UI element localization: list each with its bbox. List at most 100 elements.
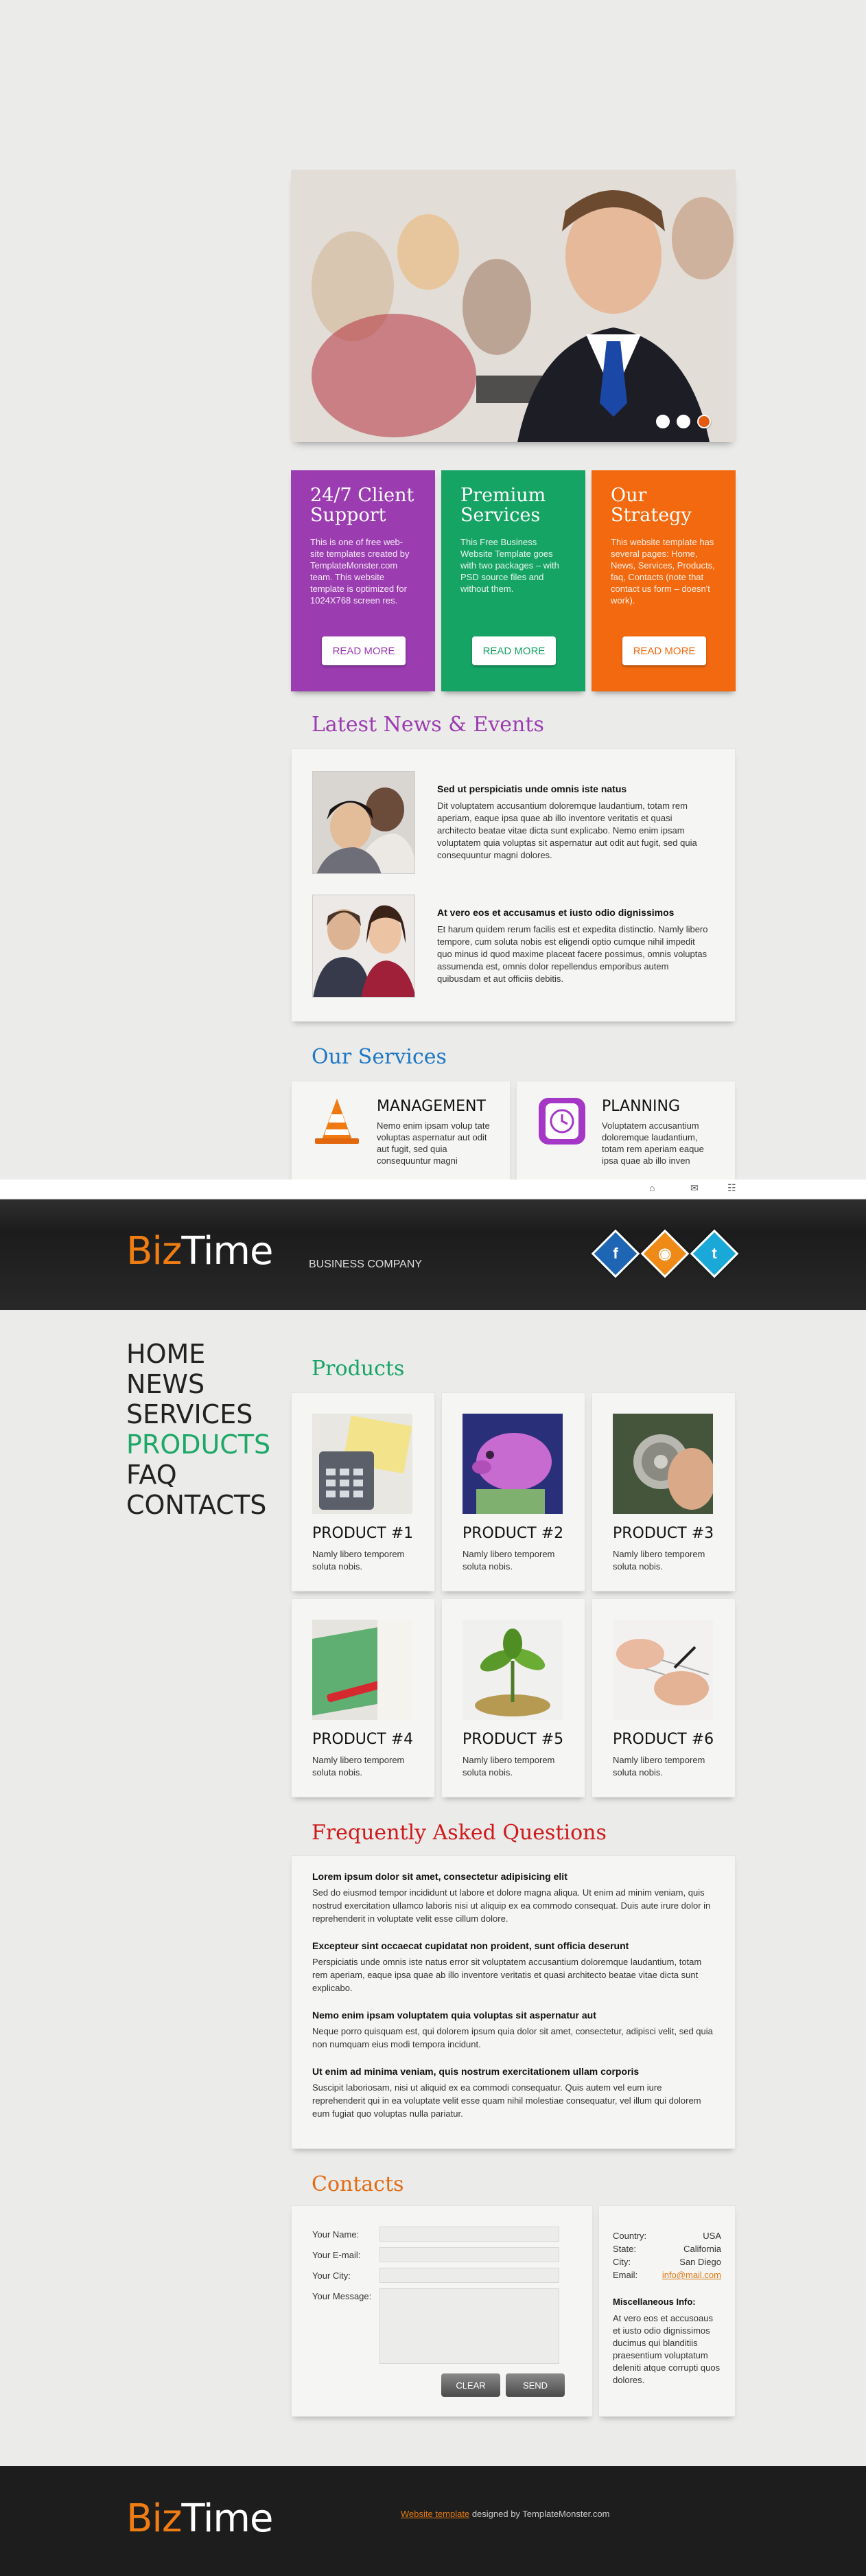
news-heading[interactable]: At vero eos et accusamus et iusto odio d… xyxy=(437,907,712,918)
feature-our-strategy: Our Strategy This website template has s… xyxy=(592,470,736,691)
nav-news[interactable]: NEWS xyxy=(126,1369,270,1399)
product-card[interactable]: PRODUCT #6 Namly libero temporem soluta … xyxy=(592,1598,736,1797)
news-text: Et harum quidem rerum facilis est et exp… xyxy=(437,924,708,984)
feature-title: Our Strategy xyxy=(611,485,692,526)
info-label: Country: xyxy=(613,2231,647,2241)
feature-text: This Free Business Website Template goes… xyxy=(460,537,559,594)
twitter-glyph: t xyxy=(712,1245,717,1262)
faq-question: Excepteur sint occaecat cupidatat non pr… xyxy=(312,1940,629,1951)
contacts-title: Contacts xyxy=(312,2172,404,2196)
product-name[interactable]: PRODUCT #3 xyxy=(613,1525,714,1542)
product-name[interactable]: PRODUCT #6 xyxy=(613,1731,714,1748)
info-value: California xyxy=(683,2244,721,2254)
misc-info-title: Miscellaneous Info: xyxy=(613,2297,696,2307)
contact-info-table: Country: USA State: California City: San Di… xyxy=(613,2229,721,2281)
slider-dot-3[interactable] xyxy=(697,415,711,428)
product-card[interactable]: PRODUCT #2 Namly libero temporem soluta … xyxy=(441,1392,585,1591)
city-input[interactable] xyxy=(379,2268,559,2283)
info-value: USA xyxy=(703,2231,721,2241)
twitter-icon[interactable]: t xyxy=(690,1229,739,1278)
service-name: MANAGEMENT xyxy=(377,1098,486,1115)
logo[interactable]: BizTime xyxy=(126,1229,273,1274)
site-footer: BizTime Website template designed by Tem… xyxy=(0,2466,866,2576)
facebook-glyph: f xyxy=(613,1245,618,1262)
product-name[interactable]: PRODUCT #2 xyxy=(463,1525,563,1542)
service-text: Voluptatem accusantium doloremque laudan… xyxy=(602,1120,704,1166)
faq-panel: Lorem ipsum dolor sit amet, consectetur … xyxy=(291,1855,736,2149)
news-panel: Sed ut perspiciatis unde omnis iste natu… xyxy=(291,748,736,1022)
nav-faq[interactable]: FAQ xyxy=(126,1460,270,1490)
services-title: Our Services xyxy=(312,1045,447,1069)
faq-question: Lorem ipsum dolor sit amet, consectetur … xyxy=(312,1871,567,1882)
city-label: Your City: xyxy=(312,2270,351,2281)
product-image xyxy=(613,1414,713,1514)
news-thumbnail xyxy=(312,895,415,998)
send-button[interactable]: SEND xyxy=(506,2373,565,2397)
faq-title: Frequently Asked Questions xyxy=(312,1821,607,1845)
footer-credit-text: designed by TemplateMonster.com xyxy=(469,2509,610,2519)
footer-logo[interactable]: BizTime xyxy=(126,2496,273,2541)
hero-slider xyxy=(291,170,736,442)
feature-title: Premium Services xyxy=(460,485,546,526)
info-value: San Diego xyxy=(679,2257,721,2267)
email-link[interactable]: info@mail.com xyxy=(652,2268,721,2281)
rss-glyph: ◉ xyxy=(658,1245,672,1262)
product-image xyxy=(613,1620,713,1720)
footer-template-link[interactable]: Website template xyxy=(401,2509,469,2519)
name-input[interactable] xyxy=(379,2227,559,2242)
hero-image xyxy=(291,170,736,442)
product-text: Namly libero temporem soluta nobis. xyxy=(613,1549,705,1572)
site-header: ⌂ ✉ ☷ BizTime BUSINESS COMPANY f ◉ t xyxy=(0,1180,866,1310)
read-more-button[interactable]: READ MORE xyxy=(322,636,406,665)
news-title: Latest News & Events xyxy=(312,713,544,737)
read-more-button[interactable]: READ MORE xyxy=(622,636,706,665)
nav-products[interactable]: PRODUCTS xyxy=(126,1429,270,1460)
footer-logo-time: Time xyxy=(181,2496,273,2541)
contact-info: Country: USA State: California City: San Di… xyxy=(598,2205,736,2417)
news-heading[interactable]: Sed ut perspiciatis unde omnis iste natu… xyxy=(437,783,712,794)
email-label: Your E-mail: xyxy=(312,2250,361,2260)
rss-icon[interactable]: ◉ xyxy=(640,1229,690,1278)
faq-question: Nemo enim ipsam voluptatem quia voluptas… xyxy=(312,2010,596,2021)
faq-answer: Neque porro quisquam est, qui dolorem ip… xyxy=(312,2026,713,2049)
product-name[interactable]: PRODUCT #4 xyxy=(312,1731,413,1748)
nav-services[interactable]: SERVICES xyxy=(126,1399,270,1429)
home-icon[interactable]: ⌂ xyxy=(649,1182,655,1193)
info-label: State: xyxy=(613,2244,636,2254)
product-card[interactable]: PRODUCT #4 Namly libero temporem soluta … xyxy=(291,1598,435,1797)
feature-title: 24/7 Client Support xyxy=(310,485,414,526)
slider-dot-2[interactable] xyxy=(677,415,690,428)
email-input[interactable] xyxy=(379,2247,559,2262)
faq-answer: Suscipit laboriosam, nisi ut aliquid ex … xyxy=(312,2082,701,2119)
message-textarea[interactable] xyxy=(379,2288,559,2364)
info-label: City: xyxy=(613,2257,631,2267)
facebook-icon[interactable]: f xyxy=(591,1229,640,1278)
news-thumbnail xyxy=(312,771,415,874)
product-text: Namly libero temporem soluta nobis. xyxy=(463,1549,555,1572)
product-image xyxy=(312,1620,412,1720)
name-label: Your Name: xyxy=(312,2229,360,2240)
service-management: MANAGEMENT Nemo enim ipsam volup tate vo… xyxy=(291,1081,511,1184)
product-card[interactable]: PRODUCT #1 Namly libero temporem soluta … xyxy=(291,1392,435,1591)
footer-logo-biz: Biz xyxy=(126,2496,182,2541)
product-card[interactable]: PRODUCT #3 Namly libero temporem soluta … xyxy=(592,1392,736,1591)
mail-icon[interactable]: ✉ xyxy=(690,1182,699,1194)
read-more-button[interactable]: READ MORE xyxy=(472,636,556,665)
clock-icon xyxy=(539,1098,585,1145)
info-label: Email: xyxy=(613,2270,638,2280)
nav-home[interactable]: HOME xyxy=(126,1339,270,1369)
feature-text: This website template has several pages:… xyxy=(611,537,715,606)
product-image xyxy=(463,1620,563,1720)
product-text: Namly libero temporem soluta nobis. xyxy=(613,1755,705,1778)
product-name[interactable]: PRODUCT #5 xyxy=(463,1731,563,1748)
product-name[interactable]: PRODUCT #1 xyxy=(312,1525,413,1542)
footer-credit: Website template designed by TemplateMon… xyxy=(401,2509,609,2519)
slider-dot-1[interactable] xyxy=(656,415,670,428)
message-label: Your Message: xyxy=(312,2291,372,2301)
feature-text: This is one of free web-site templates c… xyxy=(310,537,410,606)
nav-contacts[interactable]: CONTACTS xyxy=(126,1490,270,1520)
sitemap-icon[interactable]: ☷ xyxy=(727,1182,736,1194)
product-card[interactable]: PRODUCT #5 Namly libero temporem soluta … xyxy=(441,1598,585,1797)
clear-button[interactable]: CLEAR xyxy=(441,2373,500,2397)
news-text: Dit voluptatem accusantium doloremque la… xyxy=(437,801,697,860)
